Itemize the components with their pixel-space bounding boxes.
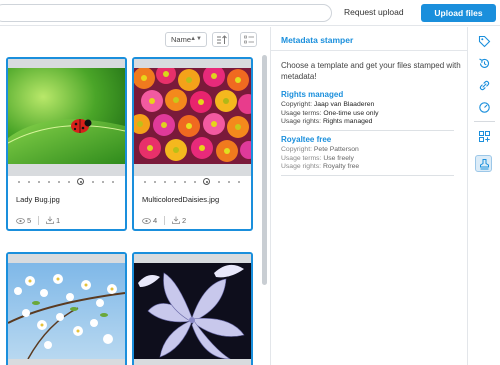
file-thumbnail[interactable] bbox=[134, 263, 251, 359]
downloads-stat: 2 bbox=[172, 216, 186, 225]
version-dots[interactable] bbox=[8, 176, 125, 190]
template-row: Usage terms: One-time use only bbox=[281, 109, 379, 117]
panel-title: Metadata stamper bbox=[281, 35, 354, 45]
template-row: Copyright: Pete Patterson bbox=[281, 146, 359, 153]
select-mode-button[interactable] bbox=[240, 32, 257, 47]
card-top-strip bbox=[8, 59, 125, 68]
request-upload-link[interactable]: Request upload bbox=[344, 7, 404, 17]
divider bbox=[271, 50, 468, 51]
panel-intro: Choose a template and get your files sta… bbox=[281, 61, 461, 81]
views-stat: 4 bbox=[142, 216, 157, 225]
search-input[interactable] bbox=[0, 4, 332, 22]
stamp-icon[interactable] bbox=[475, 155, 492, 172]
sort-order-icon bbox=[217, 35, 227, 44]
card-bottom-strip bbox=[8, 359, 125, 365]
current-version-icon[interactable] bbox=[203, 178, 210, 185]
gallery-toolbar: Name ▲▼ bbox=[0, 27, 270, 53]
top-bar: Request upload Upload files bbox=[0, 0, 500, 26]
sort-direction-button[interactable] bbox=[212, 32, 229, 47]
file-stats: 4 2 bbox=[134, 213, 251, 229]
tool-rail bbox=[467, 27, 500, 365]
template-row: Copyright: Jaap van Blaaderen bbox=[281, 101, 375, 108]
file-name: MulticoloredDaisies.jpg bbox=[142, 195, 220, 204]
template-royalty-free[interactable]: Royaltee free Copyright: Pete Patterson … bbox=[281, 135, 461, 172]
expire-icon[interactable] bbox=[476, 99, 493, 116]
card-top-strip bbox=[134, 254, 251, 263]
divider bbox=[281, 175, 454, 176]
upload-files-button[interactable]: Upload files bbox=[421, 4, 496, 22]
file-gallery: Name ▲▼ Lady Bug.jpg 5 1 MulticoloredDai… bbox=[0, 27, 270, 365]
card-bottom-strip bbox=[134, 359, 251, 365]
file-thumbnail[interactable] bbox=[8, 263, 125, 359]
file-card[interactable]: Lady Bug.jpg 5 1 bbox=[6, 57, 127, 231]
eye-icon bbox=[16, 218, 25, 224]
template-row: Usage rights: Royalty free bbox=[281, 163, 360, 170]
sort-select[interactable]: Name ▲▼ bbox=[165, 32, 207, 47]
file-card[interactable] bbox=[6, 252, 127, 365]
file-card[interactable]: MulticoloredDaisies.jpg 4 2 bbox=[132, 57, 253, 231]
file-thumbnail[interactable] bbox=[134, 68, 251, 164]
checklist-icon bbox=[244, 35, 254, 44]
divider bbox=[281, 130, 454, 131]
card-top-strip bbox=[8, 254, 125, 263]
link-icon[interactable] bbox=[476, 77, 493, 94]
tag-icon[interactable] bbox=[476, 33, 493, 50]
downloads-stat: 1 bbox=[46, 216, 60, 225]
views-stat: 5 bbox=[16, 216, 31, 225]
download-icon bbox=[172, 216, 180, 224]
grid-add-icon[interactable] bbox=[476, 128, 493, 145]
file-card[interactable] bbox=[132, 252, 253, 365]
file-name: Lady Bug.jpg bbox=[16, 195, 60, 204]
file-thumbnail[interactable] bbox=[8, 68, 125, 164]
template-name[interactable]: Rights managed bbox=[281, 90, 461, 99]
divider bbox=[474, 121, 495, 122]
template-rights-managed[interactable]: Rights managed Copyright: Jaap van Blaad… bbox=[281, 90, 461, 127]
template-row: Usage rights: Rights managed bbox=[281, 118, 373, 125]
card-top-strip bbox=[134, 59, 251, 68]
card-bottom-strip bbox=[134, 164, 251, 176]
file-stats: 5 1 bbox=[8, 213, 125, 229]
gallery-scrollbar[interactable] bbox=[262, 55, 267, 285]
card-bottom-strip bbox=[8, 164, 125, 176]
version-dots[interactable] bbox=[134, 176, 251, 190]
template-name[interactable]: Royaltee free bbox=[281, 135, 461, 144]
current-version-icon[interactable] bbox=[77, 178, 84, 185]
template-row: Usage terms: Use freely bbox=[281, 154, 354, 162]
sort-arrows-icon: ▲▼ bbox=[190, 36, 202, 42]
metadata-stamper-panel: Metadata stamper Choose a template and g… bbox=[270, 27, 468, 365]
sort-select-value: Name bbox=[171, 35, 192, 44]
history-icon[interactable] bbox=[476, 55, 493, 72]
download-icon bbox=[46, 216, 54, 224]
eye-icon bbox=[142, 218, 151, 224]
